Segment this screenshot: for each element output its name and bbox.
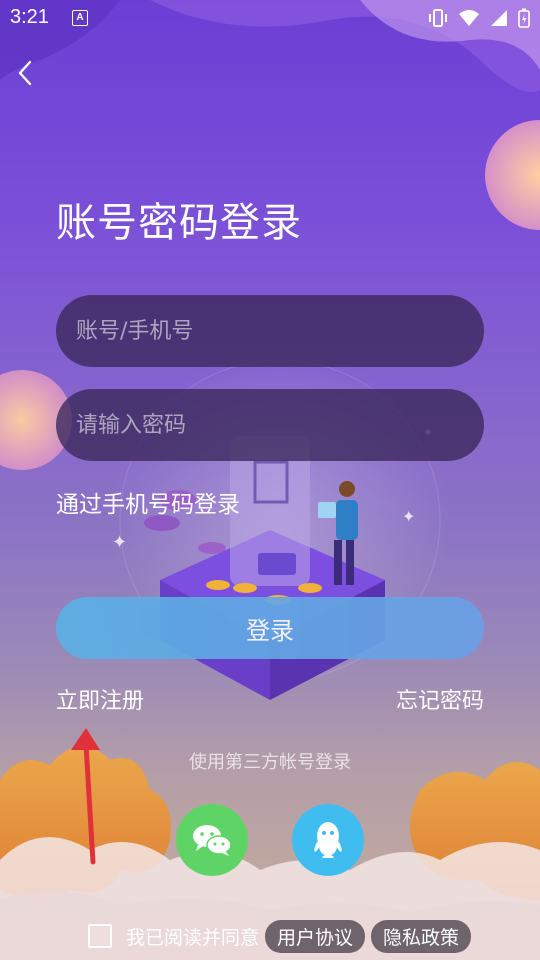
agreement-checkbox[interactable] <box>88 924 112 948</box>
cellular-icon <box>491 10 507 26</box>
privacy-policy-link[interactable]: 隐私政策 <box>371 919 472 953</box>
third-party-login-label: 使用第三方帐号登录 <box>189 752 351 773</box>
phone-login-link[interactable]: 通过手机号码登录 <box>56 485 240 519</box>
qq-login-button[interactable] <box>292 804 364 876</box>
status-bar: 3:21 A <box>0 0 540 36</box>
chevron-left-icon <box>18 60 32 86</box>
battery-icon <box>518 8 530 28</box>
wechat-icon <box>193 825 232 856</box>
wechat-login-button[interactable] <box>176 804 248 876</box>
status-time: 3:21 <box>10 6 49 28</box>
account-field-container <box>56 295 484 367</box>
agreement-text: 我已阅读并同意 <box>126 926 260 949</box>
register-link[interactable]: 立即注册 <box>56 683 144 715</box>
user-agreement-link[interactable]: 用户协议 <box>265 919 366 953</box>
account-input[interactable] <box>56 295 484 367</box>
password-input[interactable] <box>56 389 484 461</box>
background-illustration: ✦ ✦ <box>0 0 540 960</box>
svg-text:✦: ✦ <box>402 507 415 526</box>
status-notification-icon: A <box>72 10 88 26</box>
login-button[interactable]: 登录 <box>56 597 484 659</box>
password-field-container <box>56 389 484 461</box>
status-icons <box>428 8 530 28</box>
vibrate-icon <box>429 9 447 27</box>
login-screen: ✦ ✦ 3:21 A 账号密码登录 账号/手机号 通过手机号码登录 登录 立即注… <box>0 0 540 960</box>
forgot-password-link[interactable]: 忘记密码 <box>396 683 484 715</box>
agreement-row: 我已阅读并同意 用户协议 隐私政策 <box>88 919 472 953</box>
back-button[interactable] <box>10 56 40 90</box>
wifi-icon <box>459 10 479 26</box>
page-title: 账号密码登录 <box>56 200 302 246</box>
svg-text:✦: ✦ <box>112 532 127 553</box>
qq-icon <box>314 822 342 858</box>
